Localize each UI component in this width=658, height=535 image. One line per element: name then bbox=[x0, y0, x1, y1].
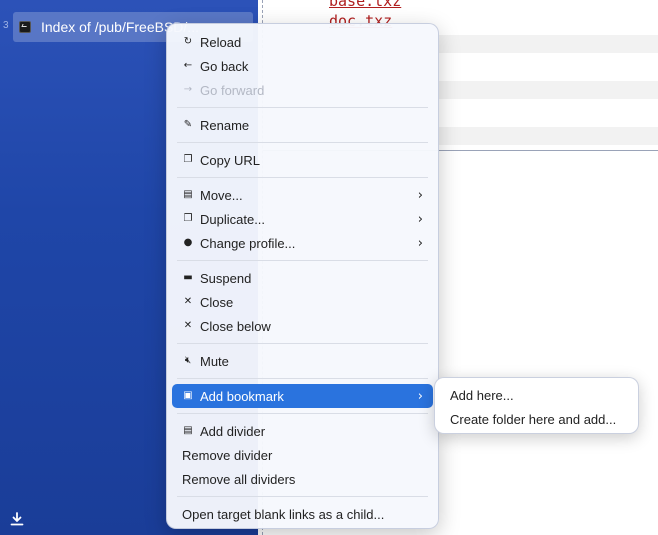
menu-item-close[interactable]: ✕ Close bbox=[172, 290, 433, 314]
menu-item-go-forward: → Go forward bbox=[172, 78, 433, 102]
menu-item-mute[interactable]: 🔇︎ Mute bbox=[172, 349, 433, 373]
menu-item-label: Rename bbox=[200, 117, 250, 133]
menu-separator bbox=[177, 107, 428, 108]
rename-icon: ✎ bbox=[183, 119, 193, 130]
menu-separator bbox=[177, 496, 428, 497]
menu-item-reload[interactable]: ↻ Reload bbox=[172, 30, 433, 54]
divider-icon: ▤ bbox=[183, 425, 193, 436]
bookmark-submenu: Add here... Create folder here and add..… bbox=[434, 377, 639, 434]
menu-separator bbox=[177, 378, 428, 379]
menu-item-add-bookmark[interactable]: ▣ Add bookmark › bbox=[172, 384, 433, 408]
arrow-left-icon: ← bbox=[183, 60, 193, 71]
copy-icon: ❐ bbox=[183, 154, 193, 165]
menu-item-label: Remove divider bbox=[182, 447, 273, 463]
bookmark-icon: ▣ bbox=[183, 390, 193, 401]
menu-item-label: Move... bbox=[200, 187, 243, 203]
menu-item-label: Close bbox=[200, 294, 234, 310]
menu-item-label: Remove all dividers bbox=[182, 471, 296, 487]
chevron-right-icon: › bbox=[417, 212, 423, 227]
person-icon: ● bbox=[183, 237, 193, 248]
menu-item-label: Open target blank links as a child... bbox=[182, 506, 385, 522]
menu-item-label: Add divider bbox=[200, 423, 266, 439]
menu-item-label: Reload bbox=[200, 34, 242, 50]
menu-item-label: Close below bbox=[200, 318, 271, 334]
menu-item-rename[interactable]: ✎ Rename bbox=[172, 113, 433, 137]
tab-number: 3 bbox=[3, 20, 9, 31]
menu-item-close-below[interactable]: ✕ Close below bbox=[172, 314, 433, 338]
menu-item-label: Add bookmark bbox=[200, 388, 284, 404]
menu-item-label: Go forward bbox=[200, 82, 265, 98]
menu-item-label: Mute bbox=[200, 353, 229, 369]
download-icon[interactable] bbox=[10, 512, 24, 526]
menu-item-change-profile[interactable]: ● Change profile... › bbox=[172, 231, 433, 255]
menu-item-go-back[interactable]: ← Go back bbox=[172, 54, 433, 78]
menu-item-label: Duplicate... bbox=[200, 211, 266, 227]
chevron-right-icon: › bbox=[417, 389, 423, 404]
close-icon: ✕ bbox=[183, 296, 193, 307]
mute-icon: 🔇︎ bbox=[184, 355, 192, 366]
menu-separator bbox=[177, 260, 428, 261]
chevron-right-icon: › bbox=[417, 188, 423, 203]
menu-item-label: Copy URL bbox=[200, 152, 260, 168]
menu-item-remove-all-dividers[interactable]: Remove all dividers bbox=[172, 467, 433, 491]
menu-item-remove-divider[interactable]: Remove divider bbox=[172, 443, 433, 467]
menu-item-open-target-blank[interactable]: Open target blank links as a child... bbox=[172, 502, 433, 526]
menu-item-label: Change profile... bbox=[200, 235, 296, 251]
menu-separator bbox=[177, 142, 428, 143]
menu-item-copy-url[interactable]: ❐ Copy URL bbox=[172, 148, 433, 172]
arrow-right-icon: → bbox=[183, 84, 193, 95]
menu-item-suspend[interactable]: ▬ Suspend bbox=[172, 266, 433, 290]
close-icon: ✕ bbox=[183, 320, 193, 331]
menu-item-label: Create folder here and add... bbox=[450, 411, 617, 427]
menu-item-label: Go back bbox=[200, 58, 249, 74]
menu-separator bbox=[177, 177, 428, 178]
suspend-icon: ▬ bbox=[183, 272, 193, 283]
menu-separator bbox=[177, 343, 428, 344]
submenu-item-add-here[interactable]: Add here... bbox=[439, 383, 634, 407]
menu-separator bbox=[177, 413, 428, 414]
menu-item-duplicate[interactable]: ❐ Duplicate... › bbox=[172, 207, 433, 231]
reload-icon: ↻ bbox=[183, 36, 193, 47]
move-icon: ▤ bbox=[183, 189, 193, 200]
menu-item-move[interactable]: ▤ Move... › bbox=[172, 183, 433, 207]
tab-context-menu: ↻ Reload ← Go back → Go forward ✎ Rename… bbox=[166, 23, 439, 529]
terminal-icon bbox=[19, 21, 31, 33]
menu-item-label: Suspend bbox=[200, 270, 252, 286]
duplicate-icon: ❐ bbox=[183, 213, 193, 224]
submenu-item-create-folder[interactable]: Create folder here and add... bbox=[439, 407, 634, 431]
menu-item-add-divider[interactable]: ▤ Add divider bbox=[172, 419, 433, 443]
menu-item-label: Add here... bbox=[450, 387, 514, 403]
file-link[interactable]: base.txz bbox=[329, 0, 401, 10]
chevron-right-icon: › bbox=[417, 236, 423, 251]
